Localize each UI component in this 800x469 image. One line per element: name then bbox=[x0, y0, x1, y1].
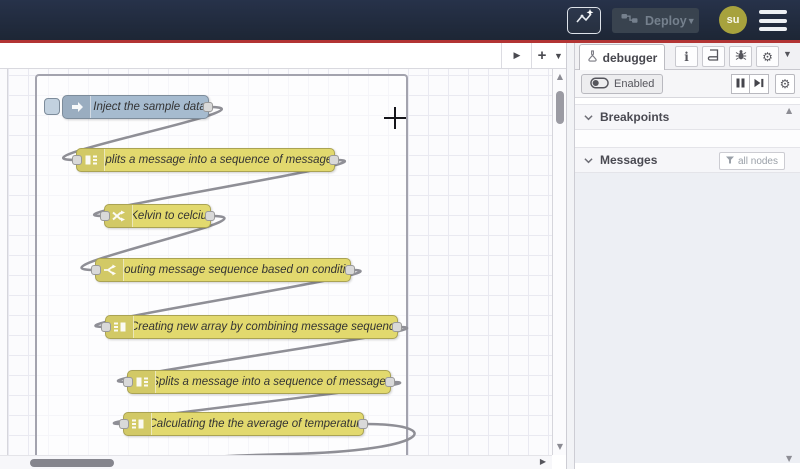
node-split[interactable]: Splits a message into a sequence of mess… bbox=[72, 148, 339, 172]
node-label: Splits a message into a sequence of mess… bbox=[105, 154, 334, 166]
input-port[interactable] bbox=[101, 322, 111, 332]
tab-debugger-label: debugger bbox=[602, 50, 658, 65]
output-port[interactable] bbox=[358, 419, 368, 429]
debugger-enabled-toggle[interactable]: Enabled bbox=[581, 74, 664, 94]
node-label: Kelvin to celcius bbox=[133, 210, 210, 222]
canvas-horizontal-scrollbar: ▶ bbox=[0, 455, 552, 469]
filter-label: all nodes bbox=[737, 155, 778, 167]
inject-trigger-button[interactable] bbox=[44, 98, 60, 115]
main-menu-button[interactable] bbox=[759, 10, 787, 31]
node-label: Routing message sequence based on condit… bbox=[124, 264, 350, 276]
step-button[interactable] bbox=[750, 74, 769, 94]
message-filter-button[interactable]: all nodes bbox=[718, 152, 785, 170]
breakpoints-list bbox=[575, 130, 800, 147]
output-port[interactable] bbox=[203, 102, 213, 112]
output-port[interactable] bbox=[205, 211, 215, 221]
flow-tab-bar: ▶ + ▼ bbox=[0, 43, 566, 69]
tab-debug-messages[interactable] bbox=[729, 46, 752, 67]
messages-title: Messages bbox=[600, 153, 658, 167]
chart-sparkle-icon bbox=[573, 8, 595, 33]
tab-scroll-right-button[interactable]: ▶ bbox=[505, 43, 529, 68]
toggle-on-icon bbox=[590, 77, 609, 92]
book-icon bbox=[707, 48, 720, 66]
debugger-panel: Breakpoints Messages all nodes bbox=[575, 98, 800, 469]
vertical-scroll-thumb[interactable] bbox=[556, 91, 564, 124]
deploy-nodes-icon bbox=[621, 12, 638, 30]
node-label: Calculating the the average of temperatu… bbox=[152, 418, 363, 430]
output-port[interactable] bbox=[329, 155, 339, 165]
output-port[interactable] bbox=[385, 377, 395, 387]
chevron-down-icon bbox=[584, 151, 593, 169]
tab-help[interactable] bbox=[702, 46, 725, 67]
breakpoints-section-header[interactable]: Breakpoints bbox=[575, 104, 800, 130]
hamburger-icon bbox=[759, 10, 787, 14]
pause-icon bbox=[736, 75, 745, 93]
deploy-caret-icon[interactable]: ▼ bbox=[687, 16, 696, 26]
bug-icon bbox=[735, 48, 747, 66]
node-label: Splits a message into a sequence of mess… bbox=[156, 376, 390, 388]
inject-icon bbox=[63, 96, 91, 118]
debugger-toolbar: Enabled ⚙ bbox=[575, 70, 800, 98]
tab-info[interactable]: i bbox=[675, 46, 698, 67]
node-red-app: Deploy ▼ su ▶ + ▼ Inject the sample data… bbox=[0, 0, 800, 469]
node-split[interactable]: Splits a message into a sequence of mess… bbox=[123, 370, 395, 394]
output-port[interactable] bbox=[345, 265, 355, 275]
scroll-up-arrow[interactable]: ▲ bbox=[553, 72, 566, 81]
gear-icon: ⚙ bbox=[762, 49, 773, 64]
input-port[interactable] bbox=[100, 211, 110, 221]
chevron-down-icon bbox=[584, 108, 593, 126]
header-bar: Deploy ▼ su bbox=[0, 0, 800, 40]
tab-bar-divider bbox=[531, 43, 532, 68]
output-port[interactable] bbox=[392, 322, 402, 332]
sidebar-scroll-up-arrow[interactable]: ▲ bbox=[786, 106, 792, 115]
scroll-down-arrow[interactable]: ▼ bbox=[553, 442, 566, 451]
sidebar-splitter[interactable] bbox=[566, 43, 575, 469]
gear-icon: ⚙ bbox=[779, 77, 791, 91]
sidebar: debugger i ⚙ ▼ Enabled ⚙ Breakpoints Mes… bbox=[575, 43, 800, 469]
funnel-icon bbox=[725, 156, 734, 167]
input-port[interactable] bbox=[72, 155, 82, 165]
sidebar-tabs-dropdown[interactable]: ▼ bbox=[783, 49, 792, 59]
flask-icon bbox=[587, 50, 598, 65]
deploy-button[interactable]: Deploy ▼ bbox=[612, 8, 699, 33]
canvas-left-edge bbox=[0, 69, 8, 455]
deploy-label: Deploy bbox=[645, 13, 687, 28]
tab-config-nodes[interactable]: ⚙ bbox=[756, 46, 779, 67]
flow-list-dropdown-button[interactable]: ▼ bbox=[551, 43, 566, 68]
input-port[interactable] bbox=[123, 377, 133, 387]
add-flow-button[interactable]: + bbox=[533, 43, 551, 68]
workspace-area: ▶ + ▼ Inject the sample data Splits a me… bbox=[0, 43, 566, 469]
step-forward-icon bbox=[754, 75, 764, 93]
input-port[interactable] bbox=[119, 419, 129, 429]
messages-section-header[interactable]: Messages all nodes bbox=[575, 147, 800, 173]
avatar-initials: su bbox=[726, 14, 740, 26]
node-change[interactable]: Kelvin to celcius bbox=[100, 204, 215, 228]
tab-bar-divider bbox=[501, 43, 502, 68]
input-port[interactable] bbox=[91, 265, 101, 275]
canvas-vertical-scrollbar: ▲ ▼ bbox=[552, 69, 566, 455]
sidebar-tab-bar: debugger i ⚙ ▼ bbox=[575, 43, 800, 70]
node-join[interactable]: Calculating the the average of temperatu… bbox=[119, 412, 368, 436]
tab-debugger[interactable]: debugger bbox=[579, 44, 665, 70]
node-label: Creating new array by combining message … bbox=[134, 321, 397, 333]
breakpoints-title: Breakpoints bbox=[600, 110, 670, 124]
info-icon: i bbox=[684, 49, 689, 64]
node-switch[interactable]: Routing message sequence based on condit… bbox=[91, 258, 355, 282]
horizontal-scroll-thumb[interactable] bbox=[30, 459, 114, 467]
node-inject[interactable]: Inject the sample data bbox=[62, 95, 213, 119]
assistant-button[interactable] bbox=[567, 7, 601, 34]
node-label: Inject the sample data bbox=[93, 101, 206, 113]
enabled-label: Enabled bbox=[614, 78, 655, 90]
pause-button[interactable] bbox=[731, 74, 750, 94]
debugger-settings-button[interactable]: ⚙ bbox=[775, 74, 795, 94]
sidebar-scroll-down-arrow[interactable]: ▼ bbox=[786, 454, 792, 463]
user-avatar[interactable]: su bbox=[719, 6, 747, 34]
messages-list bbox=[575, 173, 800, 463]
node-join[interactable]: Creating new array by combining message … bbox=[101, 315, 402, 339]
scroll-right-arrow[interactable]: ▶ bbox=[540, 457, 546, 466]
